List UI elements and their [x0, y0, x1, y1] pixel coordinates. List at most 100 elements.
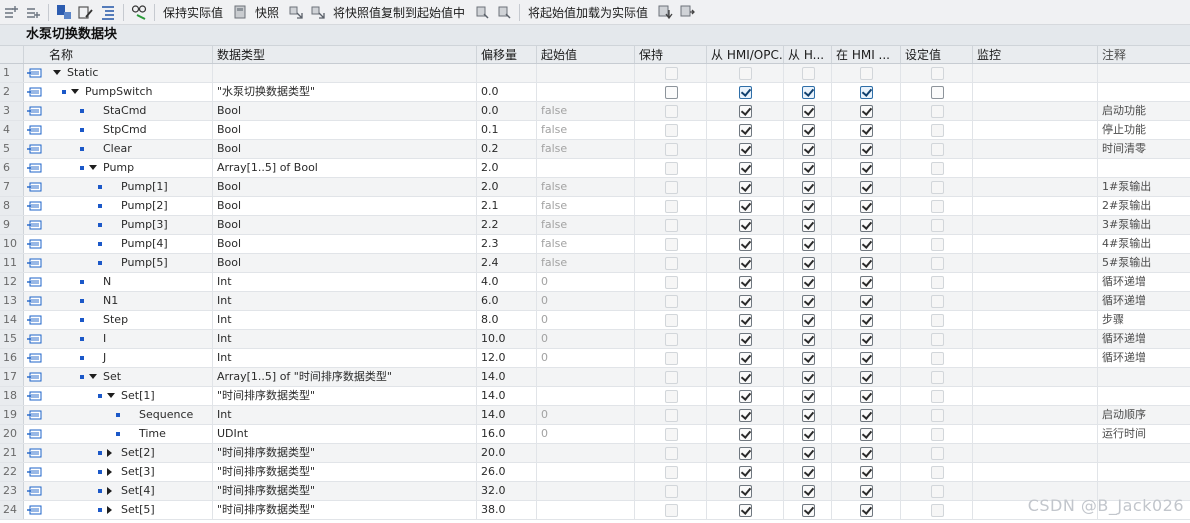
type-cell[interactable]: Int: [213, 349, 477, 367]
setpoint-checkbox[interactable]: [930, 428, 944, 441]
start-value-cell[interactable]: false: [537, 216, 635, 234]
comment-cell[interactable]: 3#泵输出: [1098, 216, 1190, 234]
retain-checkbox[interactable]: [664, 219, 678, 232]
visible-in-hmi-checkbox[interactable]: [860, 181, 873, 194]
type-cell[interactable]: UDInt: [213, 425, 477, 443]
visible-in-hmi-checkbox[interactable]: [860, 276, 873, 289]
start-value-cell[interactable]: [537, 387, 635, 405]
comment-cell[interactable]: [1098, 387, 1190, 405]
visible-in-hmi-checkbox[interactable]: [860, 86, 873, 99]
name-cell[interactable]: Pump[1]: [24, 178, 213, 196]
add-row-icon[interactable]: [25, 4, 41, 20]
setpoint-checkbox[interactable]: [930, 86, 944, 99]
type-cell[interactable]: Bool: [213, 140, 477, 158]
table-row[interactable]: 16 J Int 12.0 0 循环递增: [0, 349, 1190, 368]
table-row[interactable]: 18 Set[1] "时间排序数据类型" 14.0: [0, 387, 1190, 406]
writable-from-hmi-checkbox[interactable]: [801, 466, 815, 479]
visible-in-hmi-checkbox[interactable]: [860, 124, 873, 137]
setpoint-checkbox[interactable]: [930, 276, 944, 289]
download-icon-2[interactable]: [679, 4, 695, 20]
retain-checkbox[interactable]: [664, 333, 678, 346]
retain-checkbox[interactable]: [664, 314, 678, 327]
type-cell[interactable]: Int: [213, 406, 477, 424]
comment-cell[interactable]: [1098, 368, 1190, 386]
setpoint-checkbox[interactable]: [930, 333, 944, 346]
table-row[interactable]: 1 Static: [0, 64, 1190, 83]
name-cell[interactable]: Sequence: [24, 406, 213, 424]
retain-checkbox[interactable]: [664, 295, 678, 308]
writable-from-hmi-checkbox[interactable]: [801, 181, 815, 194]
table-row[interactable]: 12 N Int 4.0 0 循环递增: [0, 273, 1190, 292]
retain-checkbox[interactable]: [664, 238, 678, 251]
name-cell[interactable]: Set[5]: [24, 501, 213, 519]
name-cell[interactable]: Pump[5]: [24, 254, 213, 272]
accessible-from-hmi-checkbox[interactable]: [739, 200, 752, 213]
comment-cell[interactable]: 2#泵输出: [1098, 197, 1190, 215]
visible-in-hmi-checkbox[interactable]: [860, 466, 873, 479]
writable-from-hmi-checkbox[interactable]: [801, 86, 815, 99]
type-cell[interactable]: Int: [213, 330, 477, 348]
table-row[interactable]: 19 Sequence Int 14.0 0 启动顺序: [0, 406, 1190, 425]
snapshot-button[interactable]: 快照: [255, 4, 279, 21]
edit-icon[interactable]: [78, 4, 94, 20]
table-row[interactable]: 7 Pump[1] Bool 2.0 false 1#泵输出: [0, 178, 1190, 197]
retain-checkbox[interactable]: [664, 409, 678, 422]
name-cell[interactable]: Pump: [24, 159, 213, 177]
comment-cell[interactable]: [1098, 159, 1190, 177]
insert-row-icon[interactable]: [3, 4, 19, 20]
retain-checkbox[interactable]: [664, 181, 678, 194]
collapse-arrow-icon[interactable]: [107, 393, 115, 398]
table-row[interactable]: 21 Set[2] "时间排序数据类型" 20.0: [0, 444, 1190, 463]
writable-from-hmi-checkbox[interactable]: [801, 124, 815, 137]
header-type[interactable]: 数据类型: [213, 46, 477, 63]
type-cell[interactable]: Bool: [213, 121, 477, 139]
name-cell[interactable]: Set[4]: [24, 482, 213, 500]
accessible-from-hmi-checkbox[interactable]: [739, 295, 752, 308]
start-value-cell[interactable]: [537, 159, 635, 177]
table-row[interactable]: 13 N1 Int 6.0 0 循环递增: [0, 292, 1190, 311]
start-value-cell[interactable]: false: [537, 178, 635, 196]
table-row[interactable]: 22 Set[3] "时间排序数据类型" 26.0: [0, 463, 1190, 482]
setpoint-checkbox[interactable]: [930, 143, 944, 156]
start-value-cell[interactable]: 0: [537, 292, 635, 310]
setpoint-checkbox[interactable]: [930, 105, 944, 118]
writable-from-hmi-checkbox[interactable]: [801, 295, 815, 308]
table-row[interactable]: 24 Set[5] "时间排序数据类型" 38.0: [0, 501, 1190, 520]
type-cell[interactable]: "水泵切换数据类型": [213, 83, 477, 101]
retain-checkbox[interactable]: [664, 371, 678, 384]
writable-from-hmi-checkbox[interactable]: [801, 371, 815, 384]
setpoint-checkbox[interactable]: [930, 485, 944, 498]
type-cell[interactable]: "时间排序数据类型": [213, 387, 477, 405]
writable-from-hmi-checkbox[interactable]: [801, 314, 815, 327]
start-value-cell[interactable]: 0: [537, 349, 635, 367]
comment-cell[interactable]: 循环递增: [1098, 330, 1190, 348]
start-value-cell[interactable]: 0: [537, 425, 635, 443]
name-cell[interactable]: Static: [24, 64, 213, 82]
visible-in-hmi-checkbox[interactable]: [860, 504, 873, 517]
accessible-from-hmi-checkbox[interactable]: [739, 86, 752, 99]
retain-checkbox[interactable]: [664, 390, 678, 403]
accessible-from-hmi-checkbox[interactable]: [739, 352, 752, 365]
retain-checkbox[interactable]: [664, 162, 678, 175]
keep-actual-values-button[interactable]: 保持实际值: [163, 4, 223, 21]
retain-checkbox[interactable]: [664, 200, 678, 213]
accessible-from-hmi-checkbox[interactable]: [739, 124, 752, 137]
visible-in-hmi-checkbox[interactable]: [860, 352, 873, 365]
start-value-cell[interactable]: [537, 501, 635, 519]
table-row[interactable]: 20 Time UDInt 16.0 0 运行时间: [0, 425, 1190, 444]
retain-checkbox[interactable]: [664, 447, 678, 460]
setpoint-checkbox[interactable]: [930, 124, 944, 137]
setpoint-checkbox[interactable]: [930, 67, 944, 80]
comment-cell[interactable]: [1098, 83, 1190, 101]
expand-arrow-icon[interactable]: [107, 449, 112, 457]
table-row[interactable]: 8 Pump[2] Bool 2.1 false 2#泵输出: [0, 197, 1190, 216]
setpoint-checkbox[interactable]: [930, 181, 944, 194]
header-start-value[interactable]: 起始值: [537, 46, 635, 63]
accessible-from-hmi-checkbox[interactable]: [739, 333, 752, 346]
visible-in-hmi-checkbox[interactable]: [860, 219, 873, 232]
visible-in-hmi-checkbox[interactable]: [860, 143, 873, 156]
expand-arrow-icon[interactable]: [107, 506, 112, 514]
load-start-icon-2[interactable]: [496, 4, 512, 20]
writable-from-hmi-checkbox[interactable]: [801, 238, 815, 251]
setpoint-checkbox[interactable]: [930, 390, 944, 403]
